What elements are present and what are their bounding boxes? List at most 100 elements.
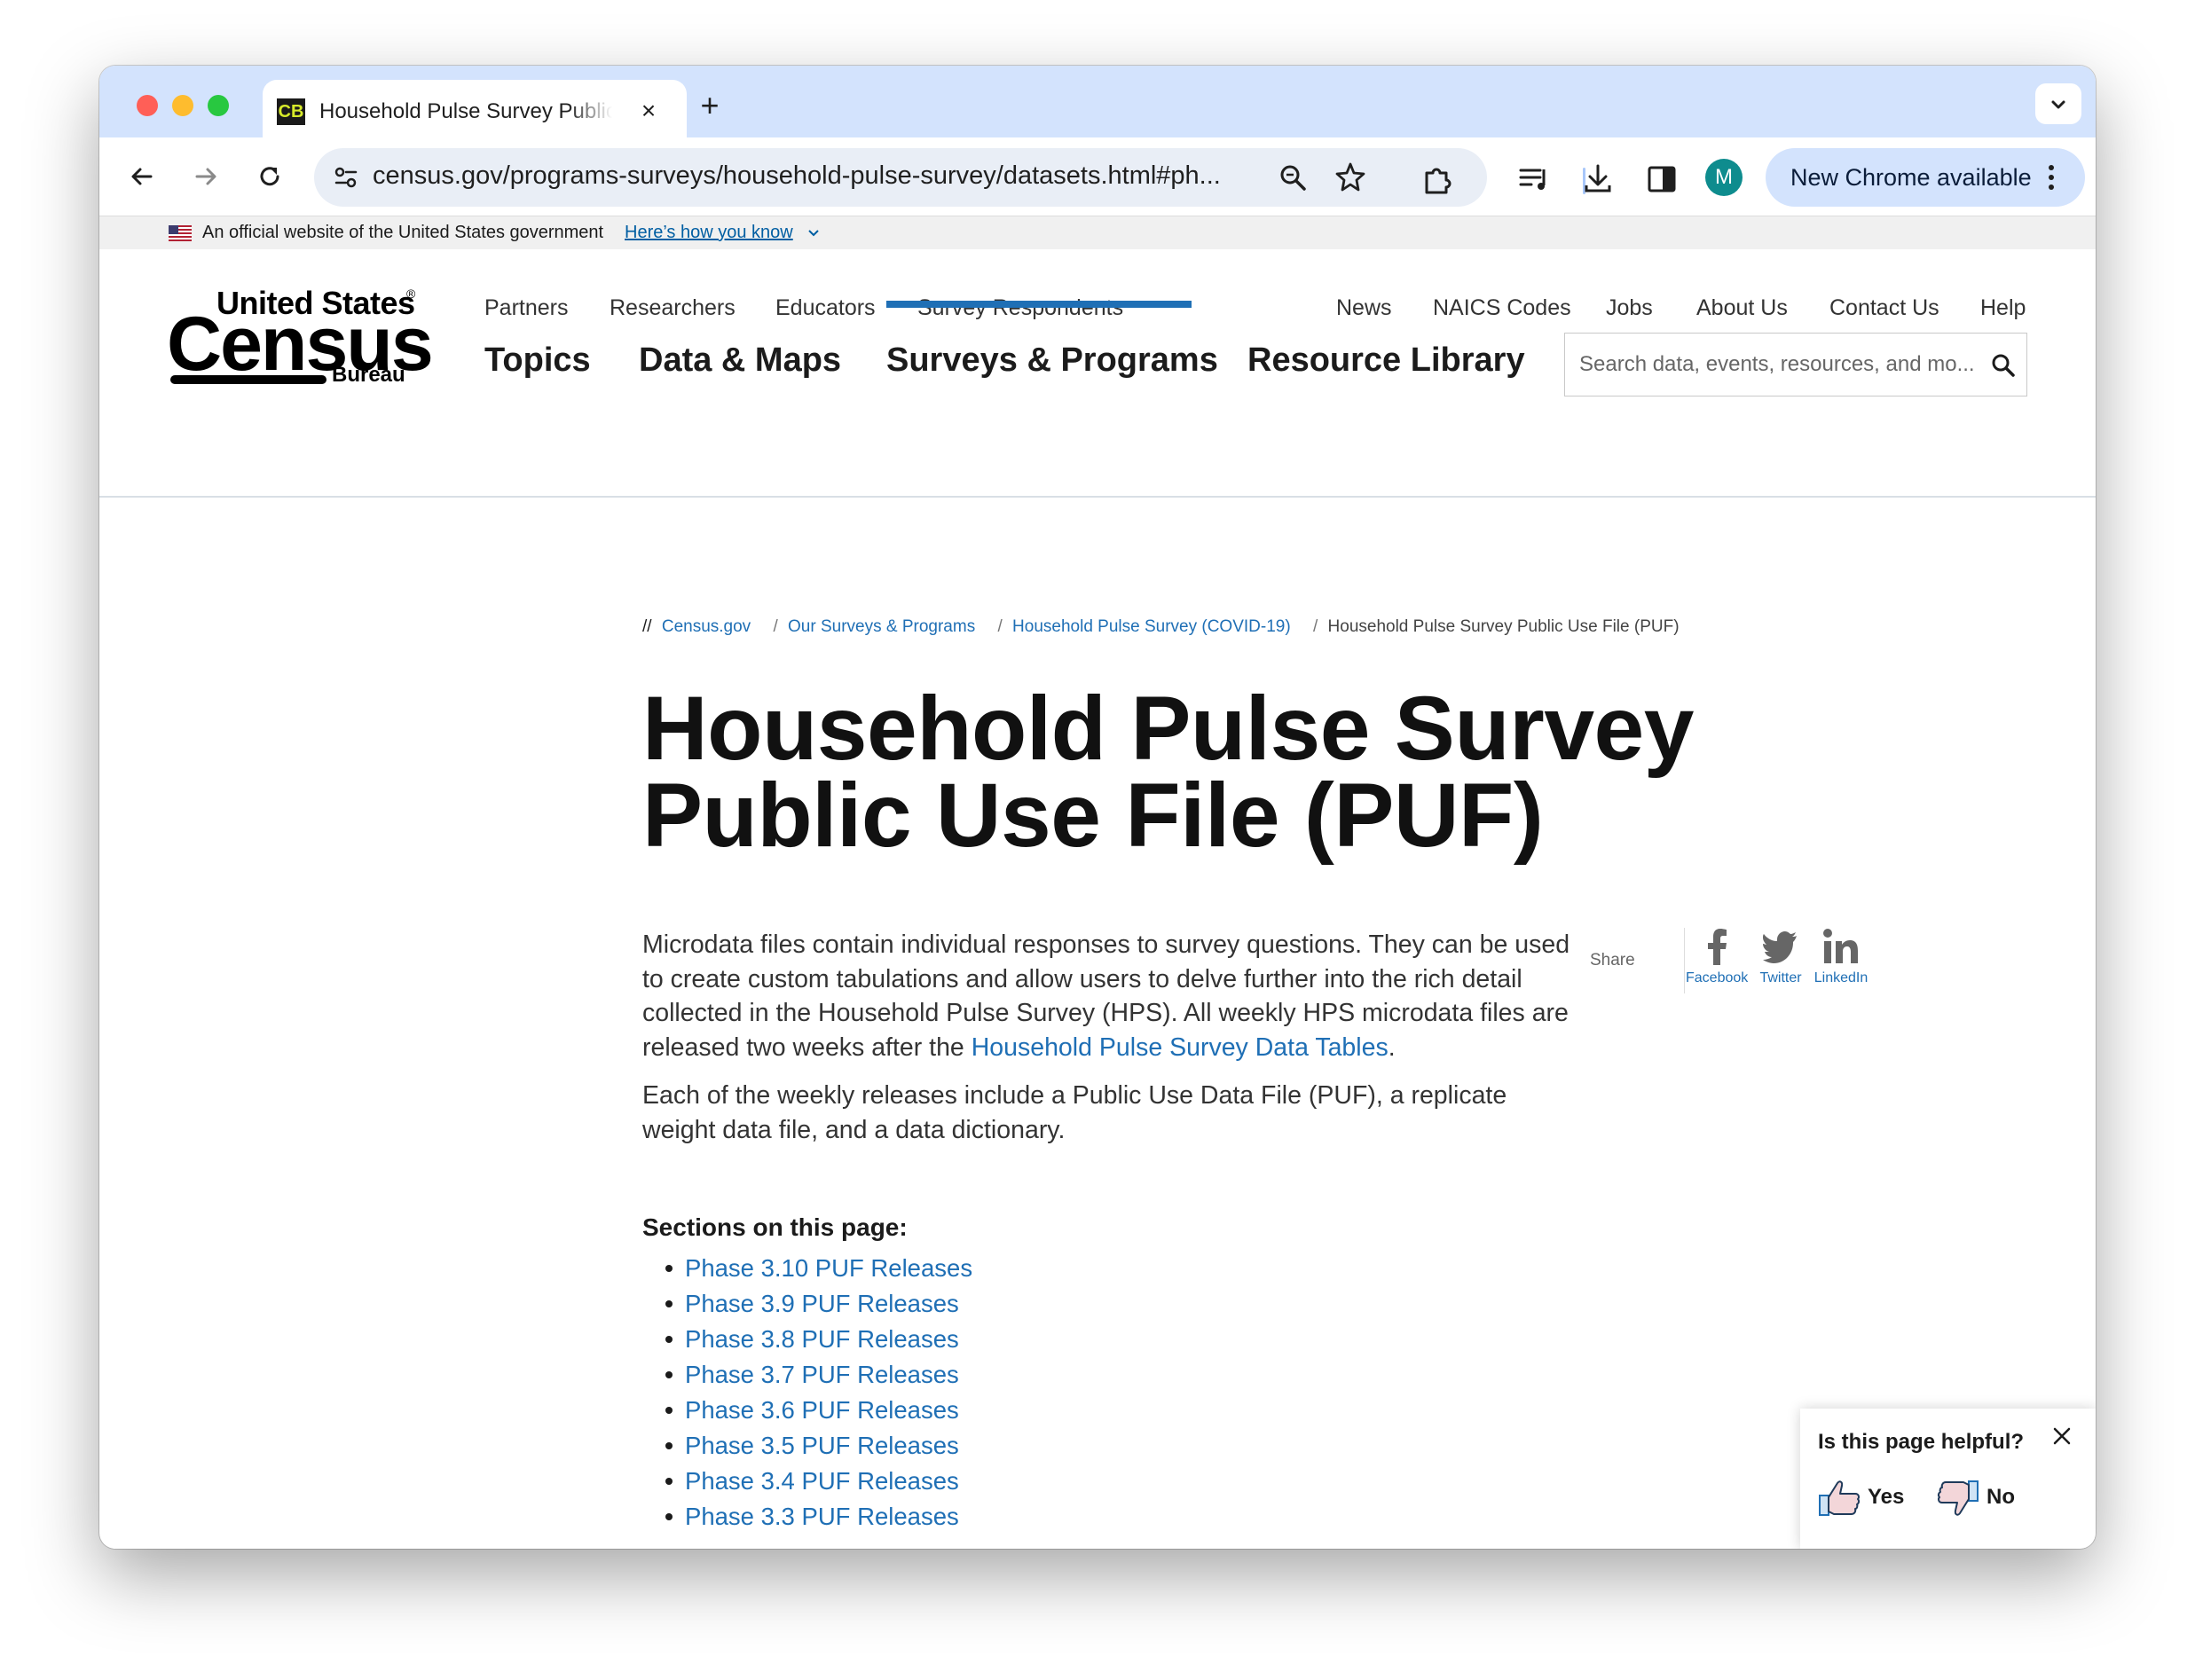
data-tables-link[interactable]: Household Pulse Survey Data Tables <box>972 1033 1389 1062</box>
list-item: Phase 3.7 PUF Releases <box>665 1357 972 1393</box>
close-window-button[interactable] <box>137 95 158 116</box>
feedback-question: Is this page helpful? <box>1818 1430 2025 1454</box>
search-icon[interactable] <box>1991 353 2016 378</box>
section-link-phase-3-7[interactable]: Phase 3.7 PUF Releases <box>685 1361 959 1388</box>
tab-search-button[interactable] <box>2035 83 2081 124</box>
nav-survey-respondents[interactable]: Survey Respondents <box>917 295 1123 321</box>
nav-surveys-and-programs[interactable]: Surveys & Programs <box>886 341 1218 380</box>
tab-title: Household Pulse Survey Public Use File (… <box>319 99 612 123</box>
breadcrumb-separator: / <box>773 617 778 636</box>
close-icon[interactable] <box>2050 1425 2073 1448</box>
minimize-window-button[interactable] <box>172 95 193 116</box>
intro-paragraph-1: Microdata files contain individual respo… <box>642 928 1574 1064</box>
linkedin-icon <box>1810 928 1872 970</box>
page-feedback-widget: Is this page helpful? Yes No <box>1800 1409 2096 1549</box>
logo-registered-mark: ® <box>406 287 416 301</box>
media-queue-icon[interactable] <box>1517 162 1551 196</box>
bookmark-star-icon[interactable] <box>1334 161 1366 192</box>
site-search-box[interactable] <box>1564 333 2027 396</box>
back-button[interactable] <box>122 157 161 196</box>
browser-toolbar: census.gov/programs-surveys/household-pu… <box>99 137 2096 216</box>
nav-jobs[interactable]: Jobs <box>1606 295 1653 321</box>
breadcrumb-prefix: // <box>642 617 652 636</box>
nav-educators[interactable]: Educators <box>775 295 876 321</box>
nav-help[interactable]: Help <box>1980 295 2026 321</box>
logo-underline <box>170 375 326 384</box>
nav-contact-us[interactable]: Contact Us <box>1829 295 1939 321</box>
profile-avatar[interactable]: M <box>1705 159 1743 196</box>
browser-window: CB Household Pulse Survey Public Use Fil… <box>99 66 2096 1549</box>
site-header: United States ® Census Bureau Partners R… <box>99 249 2096 498</box>
nav-topics[interactable]: Topics <box>484 341 591 380</box>
url-text[interactable]: census.gov/programs-surveys/household-pu… <box>373 161 1260 193</box>
chevron-down-icon[interactable] <box>807 229 820 238</box>
chevron-down-icon <box>2051 100 2065 109</box>
update-button-label: New Chrome available <box>1790 164 2032 191</box>
thumbs-up-icon <box>1819 1480 1861 1516</box>
side-panel-icon[interactable] <box>1645 162 1679 196</box>
list-item: Phase 3.8 PUF Releases <box>665 1322 972 1357</box>
address-bar[interactable]: census.gov/programs-surveys/household-pu… <box>314 148 1487 207</box>
facebook-icon <box>1686 928 1748 970</box>
feedback-no-button[interactable]: No <box>1935 1478 2033 1520</box>
page-title: Household Pulse Survey Public Use File (… <box>642 678 1695 866</box>
breadcrumb-separator: / <box>997 617 1003 636</box>
section-link-phase-3-6[interactable]: Phase 3.6 PUF Releases <box>685 1396 959 1424</box>
reload-icon <box>260 167 279 186</box>
gov-banner-text: An official website of the United States… <box>202 223 604 242</box>
share-facebook-label: Facebook <box>1686 970 1749 985</box>
site-settings-icon[interactable] <box>332 163 360 192</box>
forward-arrow-icon <box>195 168 216 185</box>
breadcrumb-household-pulse[interactable]: Household Pulse Survey (COVID-19) <box>1012 617 1291 636</box>
list-item: Phase 3.5 PUF Releases <box>665 1428 972 1464</box>
new-tab-button[interactable]: + <box>694 90 726 122</box>
nav-naics-codes[interactable]: NAICS Codes <box>1433 295 1571 321</box>
section-link-phase-3-4[interactable]: Phase 3.4 PUF Releases <box>685 1467 959 1495</box>
nav-researchers[interactable]: Researchers <box>610 295 736 321</box>
share-twitter-label: Twitter <box>1759 970 1802 985</box>
breadcrumb-census-gov[interactable]: Census.gov <box>662 617 751 636</box>
new-chrome-available-button[interactable]: New Chrome available <box>1766 148 2085 207</box>
section-link-phase-3-5[interactable]: Phase 3.5 PUF Releases <box>685 1432 959 1459</box>
active-tab[interactable]: CB Household Pulse Survey Public Use Fil… <box>263 80 687 137</box>
nav-partners[interactable]: Partners <box>484 295 568 321</box>
section-link-phase-3-8[interactable]: Phase 3.8 PUF Releases <box>685 1325 959 1353</box>
breadcrumb-our-surveys[interactable]: Our Surveys & Programs <box>788 617 975 636</box>
nav-data-and-maps[interactable]: Data & Maps <box>639 341 841 380</box>
more-menu-icon[interactable] <box>2046 164 2057 191</box>
heres-how-you-know-link[interactable]: Here’s how you know <box>625 223 793 243</box>
census-favicon-icon: CB <box>277 98 305 125</box>
us-flag-icon <box>169 225 192 241</box>
list-item: Phase 3.3 PUF Releases <box>665 1499 972 1535</box>
share-linkedin-label: LinkedIn <box>1813 970 1869 985</box>
close-tab-icon[interactable]: × <box>635 98 662 124</box>
sections-list: Phase 3.10 PUF Releases Phase 3.9 PUF Re… <box>665 1251 972 1535</box>
share-facebook[interactable]: Facebook <box>1686 928 1748 986</box>
census-bureau-logo[interactable]: United States ® Census Bureau <box>167 285 434 391</box>
forward-button[interactable] <box>186 157 225 196</box>
site-search-input[interactable] <box>1579 349 1986 380</box>
reload-button[interactable] <box>250 157 289 196</box>
download-icon[interactable] <box>1581 162 1615 196</box>
section-link-phase-3-9[interactable]: Phase 3.9 PUF Releases <box>685 1290 959 1317</box>
zoom-icon[interactable] <box>1278 162 1308 192</box>
list-item: Phase 3.10 PUF Releases <box>665 1251 972 1286</box>
extensions-puzzle-icon[interactable] <box>1421 162 1455 196</box>
share-linkedin[interactable]: LinkedIn <box>1810 928 1872 986</box>
share-bar: Share Facebook Twitter LinkedIn <box>1590 928 1892 999</box>
nav-about-us[interactable]: About Us <box>1696 295 1788 321</box>
breadcrumb-current: Household Pulse Survey Public Use File (… <box>1327 617 1680 636</box>
logo-bureau: Bureau <box>332 363 405 387</box>
feedback-yes-button[interactable]: Yes <box>1818 1478 1916 1520</box>
section-link-phase-3-10[interactable]: Phase 3.10 PUF Releases <box>685 1254 972 1282</box>
nav-resource-library[interactable]: Resource Library <box>1247 341 1525 380</box>
section-link-phase-3-3[interactable]: Phase 3.3 PUF Releases <box>685 1503 959 1530</box>
tab-strip: CB Household Pulse Survey Public Use Fil… <box>99 66 2096 137</box>
feedback-yes-label: Yes <box>1868 1485 1905 1509</box>
official-gov-banner: An official website of the United States… <box>99 216 2096 249</box>
nav-news[interactable]: News <box>1336 295 1392 321</box>
maximize-window-button[interactable] <box>208 95 229 116</box>
list-item: Phase 3.6 PUF Releases <box>665 1393 972 1428</box>
share-twitter[interactable]: Twitter <box>1750 928 1812 986</box>
intro-text-after-link: . <box>1388 1032 1396 1062</box>
